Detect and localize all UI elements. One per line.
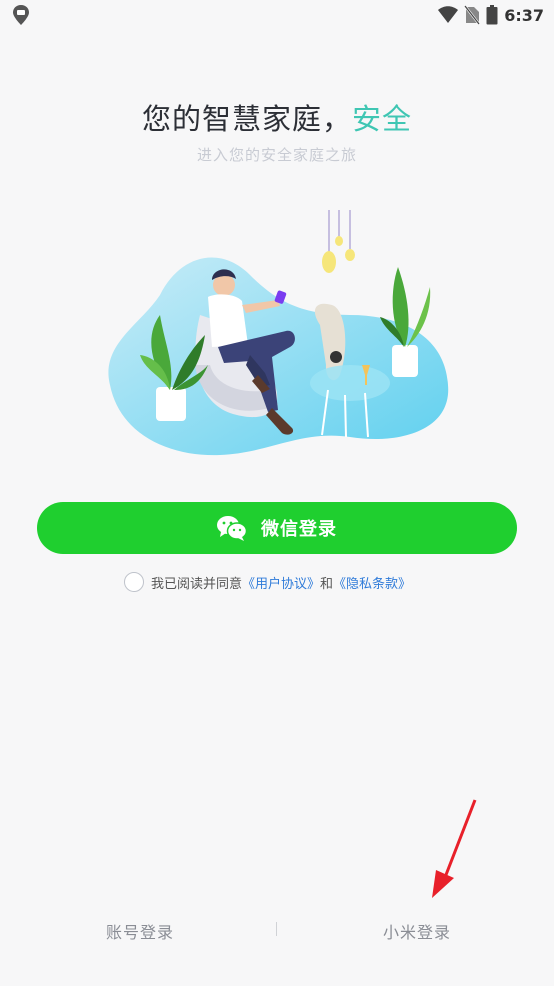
status-icons: 6:37	[438, 3, 544, 27]
no-sim-icon	[464, 5, 481, 25]
status-bar: 6:37	[0, 0, 554, 30]
wechat-login-button[interactable]: 微信登录	[37, 502, 517, 554]
agreement-row: 我已阅读并同意 《用户协议》 和 《隐私条款》	[124, 571, 411, 593]
battery-icon	[486, 5, 498, 25]
agreement-checkbox[interactable]	[124, 572, 144, 592]
page-subtitle: 进入您的安全家庭之旅	[196, 146, 357, 164]
wechat-login-label: 微信登录	[261, 519, 337, 540]
page-title: 您的智慧家庭，安全	[0, 96, 554, 138]
wechat-icon	[217, 516, 247, 541]
user-agreement-link[interactable]: 《用户协议》	[242, 573, 320, 592]
status-time: 6:37	[504, 5, 544, 25]
agreement-prefix: 我已阅读并同意	[151, 576, 243, 592]
agreement-conjunction: 和	[320, 576, 334, 592]
bottom-divider	[276, 922, 277, 936]
account-login-button[interactable]: 账号登录	[106, 919, 174, 943]
red-arrow-icon	[432, 799, 477, 898]
mi-login-button[interactable]: 小米登录	[383, 919, 451, 943]
hanging-lamps-icon	[322, 210, 355, 273]
bottom-login-options: 账号登录 小米登录	[0, 914, 554, 946]
privacy-policy-link[interactable]: 《隐私条款》	[333, 573, 411, 592]
location-pin-icon	[13, 5, 29, 25]
title-main: 您的智慧家庭，	[141, 102, 352, 136]
hero-illustration	[108, 210, 449, 456]
wifi-icon	[438, 6, 459, 23]
title-accent: 安全	[352, 102, 413, 136]
